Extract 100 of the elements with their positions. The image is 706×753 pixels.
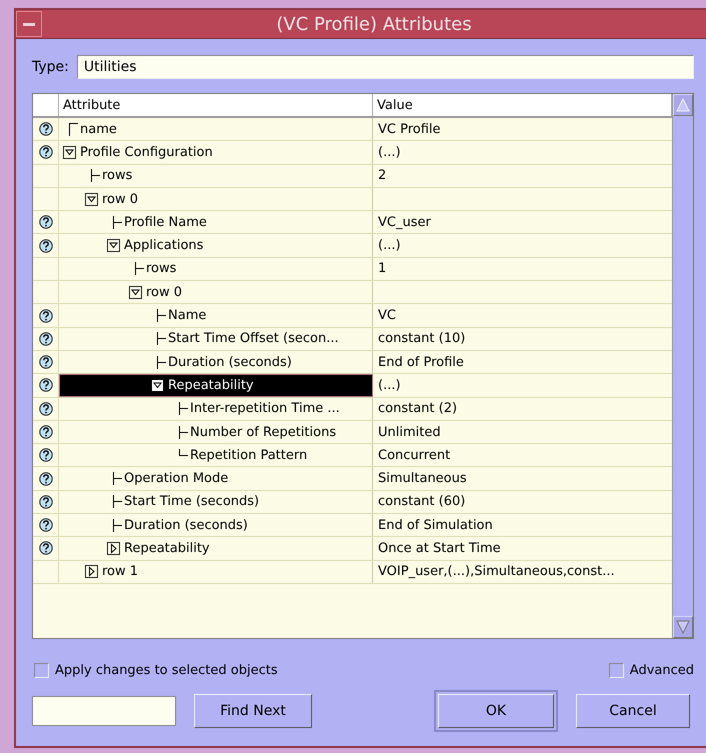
attribute-value: Simultaneous [378, 471, 467, 486]
help-icon[interactable] [38, 122, 52, 136]
attribute-row[interactable]: Operation Mode [59, 467, 373, 490]
tree-connector [113, 518, 122, 532]
attribute-row[interactable]: row 0 [59, 281, 373, 304]
help-icon[interactable] [38, 238, 52, 253]
attribute-value: 2 [378, 168, 386, 184]
cancel-button[interactable]: Cancel [576, 694, 690, 728]
collapse-toggle[interactable] [151, 378, 164, 392]
attribute-row[interactable]: Repetition Pattern [59, 444, 373, 466]
tree-connector [179, 426, 188, 438]
help-icon[interactable] [38, 355, 52, 370]
attribute-name: Repeatability [168, 378, 254, 393]
attribute-value: VC Profile [378, 122, 441, 137]
attribute-row[interactable]: rows [59, 258, 373, 280]
attribute-name: Number of Repetitions [190, 424, 336, 440]
type-label: Type: [32, 59, 69, 75]
attribute-value: VOIP_user,(...),Simultaneous,const... [378, 564, 615, 580]
attribute-name: Repetition Pattern [190, 448, 308, 463]
attribute-row[interactable]: Start Time Offset (secon... [59, 328, 373, 350]
attribute-name: Duration (seconds) [168, 354, 292, 370]
attribute-row[interactable]: Duration (seconds) [59, 350, 373, 374]
column-header[interactable]: Attribute [59, 94, 373, 116]
attribute-value: Once at Start Time [378, 540, 501, 556]
collapse-toggle[interactable] [129, 286, 142, 299]
attribute-row[interactable]: rows [59, 164, 373, 187]
scrollbar[interactable] [672, 94, 693, 638]
attribute-name: row 0 [146, 284, 182, 300]
help-icon[interactable] [38, 472, 52, 486]
collapse-toggle[interactable] [107, 239, 120, 252]
tree-connector [157, 356, 166, 369]
help-icon[interactable] [38, 494, 52, 509]
attribute-name: rows [102, 168, 132, 184]
attribute-value: End of Simulation [378, 518, 493, 533]
help-icon[interactable] [38, 308, 52, 323]
attribute-row[interactable]: Profile Name [59, 211, 373, 234]
attribute-row[interactable]: Number of Repetitions [59, 420, 373, 444]
help-icon[interactable] [38, 378, 52, 392]
help-icon[interactable] [38, 425, 52, 439]
help-icon[interactable] [38, 215, 52, 230]
help-icon[interactable] [38, 518, 52, 532]
attribute-row[interactable]: Repeatability [59, 537, 373, 560]
attribute-value: (...) [378, 238, 401, 254]
attribute-row[interactable]: row 1 [59, 560, 373, 583]
help-icon[interactable] [38, 332, 52, 346]
attribute-value: constant (60) [378, 494, 466, 510]
attribute-value: constant (2) [378, 401, 458, 416]
attribute-row[interactable]: name [59, 118, 373, 140]
attribute-value: constant (10) [378, 331, 466, 346]
find-next-button[interactable]: Find Next [194, 694, 312, 728]
dash-icon [23, 22, 35, 26]
triangle-icon [64, 146, 75, 158]
attribute-row[interactable]: Applications [59, 234, 373, 257]
tree-connector [157, 309, 166, 322]
attribute-name: Profile Configuration [80, 144, 213, 160]
collapse-toggle[interactable] [63, 146, 76, 159]
scroll-down-icon[interactable] [673, 616, 693, 638]
window-title: (VC Profile) Attributes [275, 14, 473, 34]
help-icon[interactable] [38, 145, 52, 160]
expand-toggle[interactable] [85, 565, 98, 578]
attribute-name: Inter-repetition Time ... [190, 401, 340, 416]
tree-connector [69, 122, 78, 136]
attribute-row[interactable]: Inter-repetition Time ... [59, 398, 373, 420]
tree-connector [135, 262, 144, 276]
help-icon[interactable] [38, 541, 52, 556]
triangle-icon [130, 286, 141, 298]
triangle-icon [86, 566, 97, 578]
attribute-name: row 0 [102, 192, 138, 207]
attribute-row[interactable]: Repeatability [59, 374, 373, 397]
tree-connector [157, 332, 166, 346]
attribute-row[interactable]: Start Time (seconds) [59, 490, 373, 514]
attribute-row[interactable]: Duration (seconds) [59, 514, 373, 536]
attribute-name: Repeatability [124, 540, 210, 556]
attribute-value: VC [378, 308, 396, 324]
attribute-name: Name [168, 308, 206, 324]
search-field[interactable] [32, 696, 176, 726]
attribute-value: (...) [378, 144, 401, 160]
attribute-name: Start Time Offset (secon... [168, 331, 339, 346]
help-icon[interactable] [38, 402, 52, 416]
triangle-icon [86, 194, 97, 205]
checkbox[interactable] [608, 663, 624, 678]
tree-connector [113, 216, 122, 229]
tree-connector [91, 169, 100, 182]
attribute-row[interactable]: row 0 [59, 188, 373, 210]
attribute-name: name [80, 122, 117, 137]
attribute-row[interactable]: Profile Configuration [59, 141, 373, 164]
collapse-toggle[interactable] [85, 192, 98, 206]
help-icon[interactable] [38, 448, 52, 462]
checkbox-label[interactable]: Apply changes to selected objects [55, 663, 278, 678]
expand-toggle[interactable] [107, 542, 120, 555]
attribute-name: rows [146, 261, 176, 276]
attribute-row[interactable]: Name [59, 304, 373, 327]
window-menu-button[interactable] [16, 11, 42, 37]
checkbox[interactable] [34, 663, 49, 678]
attribute-value: Concurrent [378, 448, 450, 463]
attribute-name: row 1 [102, 564, 138, 580]
type-field[interactable]: Utilities [76, 55, 694, 79]
checkbox-label[interactable]: Advanced [630, 663, 694, 678]
attribute-value: (...) [378, 378, 401, 393]
scroll-up-icon[interactable] [673, 94, 693, 116]
